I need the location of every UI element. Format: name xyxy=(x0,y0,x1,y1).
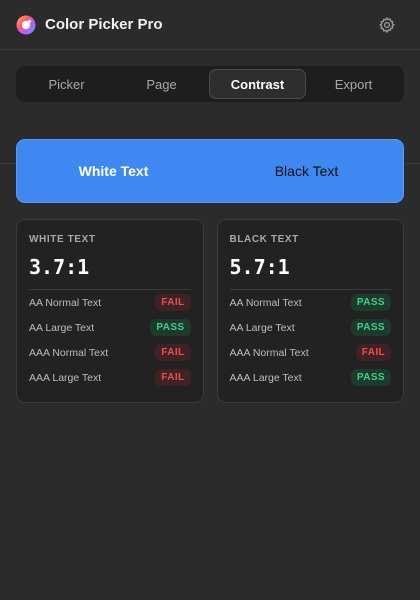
white-text-card: WHITE TEXT 3.7:1 AA Normal Text FAIL AA … xyxy=(16,219,204,403)
tab-export[interactable]: Export xyxy=(306,69,401,99)
status-badge: PASS xyxy=(350,369,391,386)
status-badge: FAIL xyxy=(355,344,391,361)
tab-picker[interactable]: Picker xyxy=(19,69,114,99)
check-label: AAA Normal Text xyxy=(29,346,109,359)
gear-icon[interactable] xyxy=(378,16,396,34)
check-row: AAA Large Text FAIL xyxy=(29,365,191,390)
status-badge: FAIL xyxy=(155,369,191,386)
check-row: AA Large Text PASS xyxy=(29,315,191,340)
check-label: AA Normal Text xyxy=(29,296,102,309)
app-title: Color Picker Pro xyxy=(45,16,163,33)
check-label: AAA Large Text xyxy=(29,371,102,384)
check-row: AAA Normal Text FAIL xyxy=(229,340,391,365)
contrast-ratio: 3.7:1 xyxy=(29,255,191,290)
contrast-results: WHITE TEXT 3.7:1 AA Normal Text FAIL AA … xyxy=(16,219,404,403)
check-row: AA Large Text PASS xyxy=(229,315,391,340)
tab-bar: Picker Page Contrast Export xyxy=(16,66,404,102)
status-badge: PASS xyxy=(150,319,191,336)
check-label: AA Large Text xyxy=(29,321,95,334)
contrast-preview: White Text Black Text xyxy=(16,139,404,203)
color-wheel-icon xyxy=(16,15,36,34)
status-badge: FAIL xyxy=(155,344,191,361)
tab-contrast[interactable]: Contrast xyxy=(209,69,306,99)
black-text-sample: Black Text xyxy=(274,163,339,179)
check-label: AA Normal Text xyxy=(229,296,302,309)
check-label: AAA Normal Text xyxy=(229,346,309,359)
contrast-ratio: 5.7:1 xyxy=(229,255,391,290)
card-label: BLACK TEXT xyxy=(229,234,299,245)
check-row: AA Normal Text PASS xyxy=(229,290,391,315)
black-text-card: BLACK TEXT 5.7:1 AA Normal Text PASS AA … xyxy=(216,219,404,403)
app-header: Color Picker Pro xyxy=(0,0,420,50)
tab-page[interactable]: Page xyxy=(114,69,209,99)
check-label: AAA Large Text xyxy=(229,371,302,384)
status-badge: PASS xyxy=(350,319,391,336)
check-row: AAA Large Text PASS xyxy=(229,365,391,390)
status-badge: FAIL xyxy=(155,294,191,311)
check-row: AA Normal Text FAIL xyxy=(29,290,191,315)
card-label: WHITE TEXT xyxy=(29,234,96,245)
check-label: AA Large Text xyxy=(229,321,295,334)
white-text-sample: White Text xyxy=(78,163,149,179)
check-row: AAA Normal Text FAIL xyxy=(29,340,191,365)
status-badge: PASS xyxy=(350,294,391,311)
